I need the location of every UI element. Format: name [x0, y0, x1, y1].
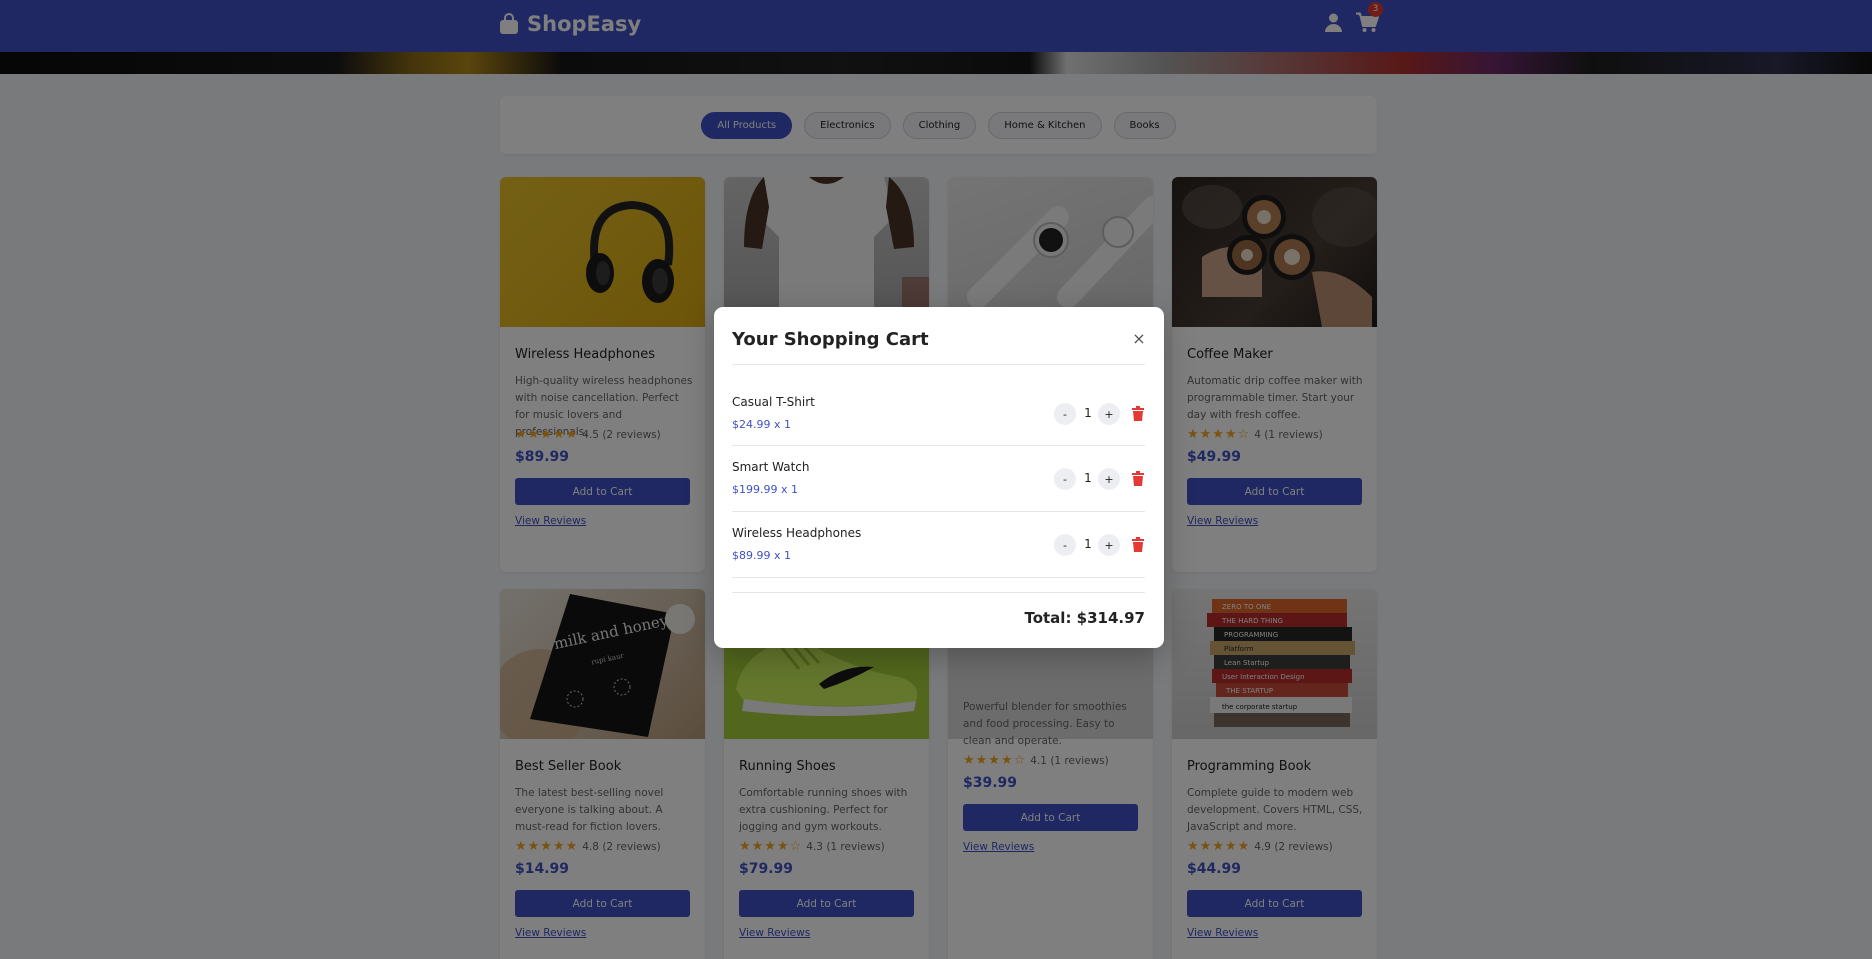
shopping-cart-modal: Your Shopping Cart × Casual T-Shirt $24.… [714, 307, 1164, 648]
cart-item-name: Wireless Headphones [732, 526, 862, 540]
quantity-value: 1 [1084, 537, 1092, 551]
divider [732, 445, 1145, 446]
cart-total: Total: $314.97 [1024, 609, 1145, 627]
divider [732, 577, 1145, 578]
cart-item-price: $89.99 x 1 [732, 549, 791, 562]
cart-item-name: Casual T-Shirt [732, 395, 815, 409]
trash-icon[interactable] [1132, 537, 1144, 552]
divider [732, 364, 1145, 365]
increase-quantity-button[interactable]: + [1098, 534, 1120, 556]
cart-item-price: $24.99 x 1 [732, 418, 791, 431]
divider [732, 592, 1145, 593]
cart-item-name: Smart Watch [732, 460, 810, 474]
close-icon[interactable]: × [1131, 331, 1147, 347]
trash-icon[interactable] [1132, 406, 1144, 421]
cart-item-price: $199.99 x 1 [732, 483, 798, 496]
decrease-quantity-button[interactable]: - [1054, 534, 1076, 556]
modal-title: Your Shopping Cart [732, 329, 929, 350]
decrease-quantity-button[interactable]: - [1054, 403, 1076, 425]
increase-quantity-button[interactable]: + [1098, 403, 1120, 425]
increase-quantity-button[interactable]: + [1098, 468, 1120, 490]
decrease-quantity-button[interactable]: - [1054, 468, 1076, 490]
divider [732, 511, 1145, 512]
trash-icon[interactable] [1132, 471, 1144, 486]
quantity-value: 1 [1084, 471, 1092, 485]
quantity-value: 1 [1084, 406, 1092, 420]
